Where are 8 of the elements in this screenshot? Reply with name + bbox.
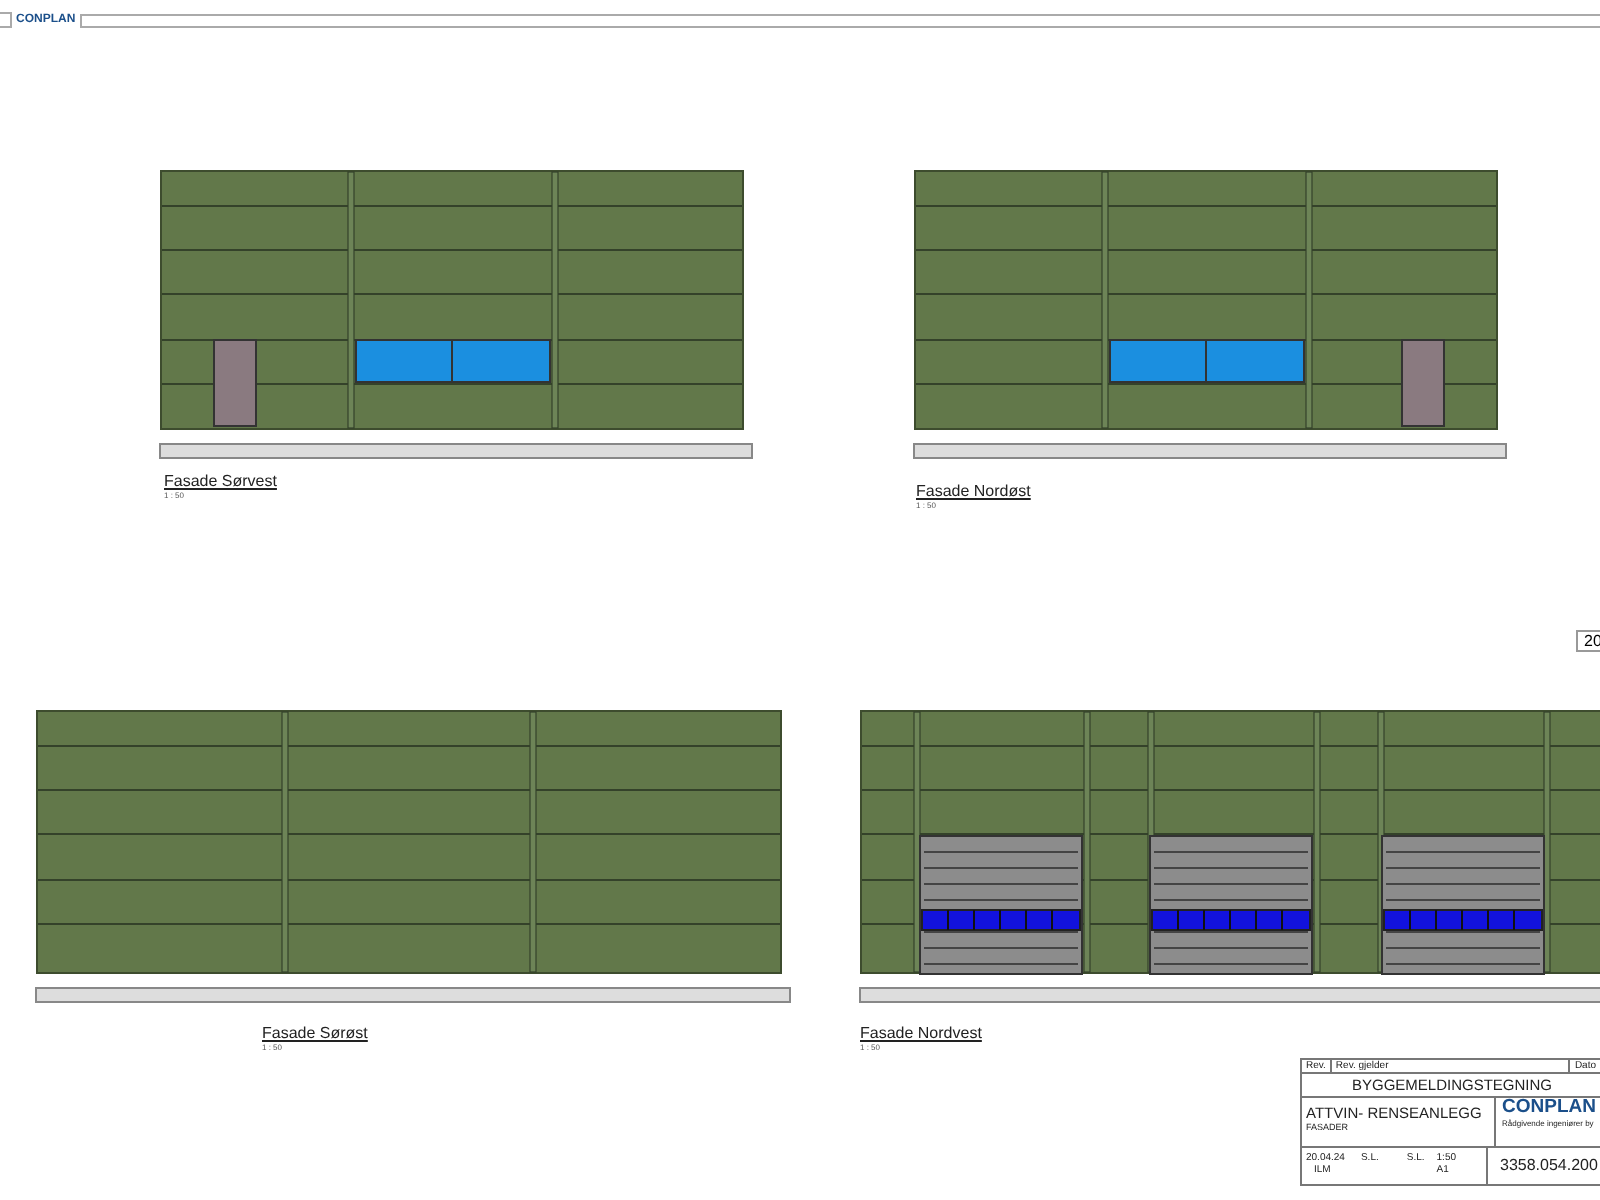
- door-drawing: [1401, 339, 1445, 427]
- company-logo: CONPLAN: [1502, 1098, 1596, 1117]
- facade-title: Fasade Nordøst: [916, 482, 1031, 500]
- facade-title: Fasade Sørvest: [164, 472, 277, 490]
- drawing-number: 3358.054.200: [1498, 1154, 1598, 1178]
- facade-title: Fasade Sørøst: [262, 1024, 368, 1042]
- door-drawing: [213, 339, 257, 427]
- facade-title: Fasade Nordvest: [860, 1024, 982, 1042]
